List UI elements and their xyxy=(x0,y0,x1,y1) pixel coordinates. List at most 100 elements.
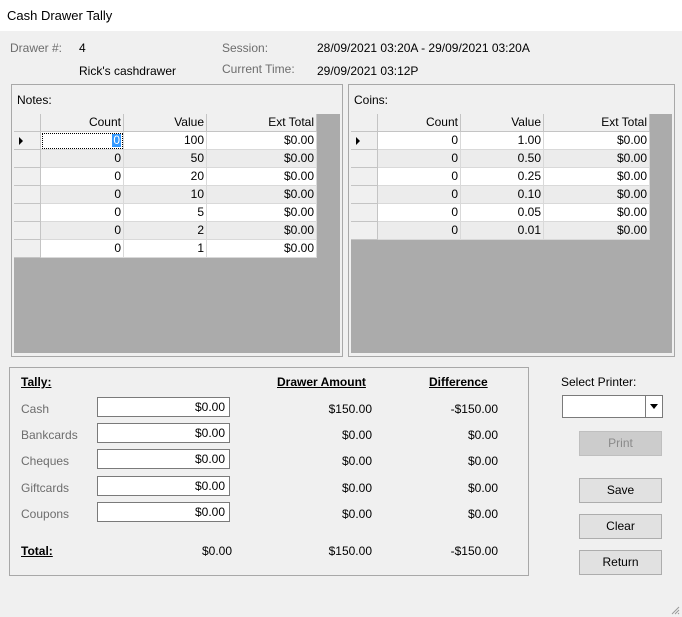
table-row[interactable]: 0 0.50 $0.00 xyxy=(351,150,650,168)
count-cell[interactable]: 0 xyxy=(41,168,124,186)
current-row-arrow-icon xyxy=(19,137,23,145)
table-row[interactable]: 0 0.25 $0.00 xyxy=(351,168,650,186)
total-tally: $0.00 xyxy=(201,544,232,558)
ext-total-cell: $0.00 xyxy=(544,222,650,240)
table-row[interactable]: 0 1.00 $0.00 xyxy=(351,132,650,150)
column-header[interactable]: Count xyxy=(41,114,124,132)
printer-select[interactable] xyxy=(562,395,663,418)
tally-group: Tally: Drawer Amount Difference Cash $0.0… xyxy=(9,367,529,576)
tally-row-label: Giftcards xyxy=(21,481,70,495)
notes-grid[interactable]: Count Value Ext Total 0 100 $0.00 0 50 $0.00 0 20 $… xyxy=(14,114,340,353)
notes-group: Notes: Count Value Ext Total 0 100 $0.00 0 50 $0… xyxy=(11,84,343,357)
notes-title: Notes: xyxy=(17,93,52,107)
clear-button[interactable]: Clear xyxy=(579,514,662,539)
table-row[interactable]: 0 0.05 $0.00 xyxy=(351,204,650,222)
row-header-corner xyxy=(351,114,378,132)
drawer-amount-value: $150.00 xyxy=(328,402,372,416)
table-row[interactable]: 0 50 $0.00 xyxy=(14,150,317,168)
current-time-label: Current Time: xyxy=(222,62,295,76)
save-button[interactable]: Save xyxy=(579,478,662,503)
column-header[interactable]: Ext Total xyxy=(207,114,317,132)
row-header[interactable] xyxy=(351,168,378,186)
ext-total-cell: $0.00 xyxy=(544,132,650,150)
column-header[interactable]: Value xyxy=(124,114,207,132)
session-value: 28/09/2021 03:20A - 29/09/2021 03:20A xyxy=(317,41,530,55)
table-row[interactable]: 0 2 $0.00 xyxy=(14,222,317,240)
count-cell[interactable]: 0 xyxy=(41,150,124,168)
table-row[interactable]: 0 0.10 $0.00 xyxy=(351,186,650,204)
value-cell: 0.50 xyxy=(461,150,544,168)
count-cell[interactable]: 0 xyxy=(41,222,124,240)
value-cell: 5 xyxy=(124,204,207,222)
tally-cash-input[interactable]: $0.00 xyxy=(97,397,230,417)
value-cell: 1.00 xyxy=(461,132,544,150)
current-time-value: 29/09/2021 03:12P xyxy=(317,64,419,78)
drawer-amount-value: $0.00 xyxy=(341,481,372,495)
row-header[interactable] xyxy=(351,222,378,240)
tally-heading: Tally: xyxy=(21,375,52,389)
row-header[interactable] xyxy=(351,204,378,222)
table-row[interactable]: 0 10 $0.00 xyxy=(14,186,317,204)
main-panel: Drawer #: 4 Rick's cashdrawer Session: 2… xyxy=(0,31,682,617)
count-cell[interactable]: 0 xyxy=(378,204,461,222)
table-row[interactable]: 0 0.01 $0.00 xyxy=(351,222,650,240)
difference-heading: Difference xyxy=(429,375,488,389)
selected-count-text[interactable]: 0 xyxy=(112,134,121,147)
count-cell[interactable]: 0 xyxy=(41,132,124,150)
tally-giftcards-input[interactable]: $0.00 xyxy=(97,476,230,496)
ext-total-cell: $0.00 xyxy=(207,240,317,258)
row-header[interactable] xyxy=(14,222,41,240)
tally-coupons-input[interactable]: $0.00 xyxy=(97,502,230,522)
count-cell[interactable]: 0 xyxy=(378,150,461,168)
table-row[interactable]: 0 5 $0.00 xyxy=(14,204,317,222)
count-cell[interactable]: 0 xyxy=(378,186,461,204)
difference-value: $0.00 xyxy=(467,507,498,521)
table-row[interactable]: 0 1 $0.00 xyxy=(14,240,317,258)
coins-grid[interactable]: Count Value Ext Total 0 1.00 $0.00 0 0.50 $0.00 0… xyxy=(351,114,672,353)
difference-value: $0.00 xyxy=(467,454,498,468)
column-header[interactable]: Ext Total xyxy=(544,114,650,132)
coins-title: Coins: xyxy=(354,93,389,107)
value-cell: 10 xyxy=(124,186,207,204)
row-header[interactable] xyxy=(351,150,378,168)
ext-total-cell: $0.00 xyxy=(544,186,650,204)
drawer-amount-value: $0.00 xyxy=(341,507,372,521)
print-button[interactable]: Print xyxy=(579,431,662,456)
column-header[interactable]: Count xyxy=(378,114,461,132)
difference-value: $0.00 xyxy=(467,481,498,495)
row-header[interactable] xyxy=(351,186,378,204)
count-cell[interactable]: 0 xyxy=(41,240,124,258)
count-cell[interactable]: 0 xyxy=(378,168,461,186)
return-button[interactable]: Return xyxy=(579,550,662,575)
tally-row-label: Cheques xyxy=(21,454,70,468)
table-row[interactable]: 0 100 $0.00 xyxy=(14,132,317,150)
row-header[interactable] xyxy=(14,132,41,150)
row-header[interactable] xyxy=(14,204,41,222)
dropdown-arrow-button[interactable] xyxy=(645,396,662,417)
count-cell[interactable]: 0 xyxy=(378,132,461,150)
total-drawer-amount: $150.00 xyxy=(328,544,372,558)
tally-cheques-input[interactable]: $0.00 xyxy=(97,449,230,469)
ext-total-cell: $0.00 xyxy=(207,204,317,222)
row-header[interactable] xyxy=(14,150,41,168)
count-cell[interactable]: 0 xyxy=(41,186,124,204)
ext-total-cell: $0.00 xyxy=(207,132,317,150)
row-header[interactable] xyxy=(14,240,41,258)
tally-bankcards-input[interactable]: $0.00 xyxy=(97,423,230,443)
row-header[interactable] xyxy=(14,168,41,186)
table-row[interactable]: 0 20 $0.00 xyxy=(14,168,317,186)
coins-group: Coins: Count Value Ext Total 0 1.00 $0.00 0 0.5… xyxy=(348,84,675,357)
row-header[interactable] xyxy=(351,132,378,150)
ext-total-cell: $0.00 xyxy=(207,150,317,168)
count-cell[interactable]: 0 xyxy=(378,222,461,240)
value-cell: 100 xyxy=(124,132,207,150)
ext-total-cell: $0.00 xyxy=(544,150,650,168)
count-cell[interactable]: 0 xyxy=(41,204,124,222)
tally-row-label: Coupons xyxy=(21,507,70,521)
column-header[interactable]: Value xyxy=(461,114,544,132)
row-header[interactable] xyxy=(14,186,41,204)
ext-total-cell: $0.00 xyxy=(207,222,317,240)
drawer-amount-heading: Drawer Amount xyxy=(277,375,366,389)
drawer-amount-value: $0.00 xyxy=(341,428,372,442)
resize-grip-icon[interactable] xyxy=(670,605,680,615)
